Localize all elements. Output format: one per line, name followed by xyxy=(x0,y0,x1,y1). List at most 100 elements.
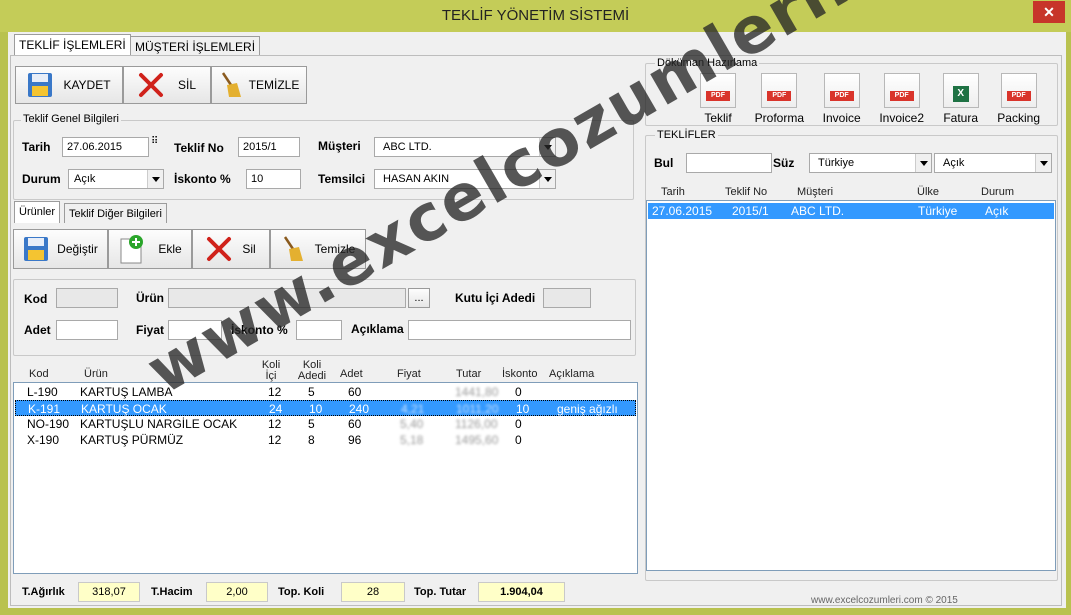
tab-teklif-diger[interactable]: Teklif Diğer Bilgileri xyxy=(64,203,167,223)
cell-discount: 0 xyxy=(515,385,522,399)
cell-box-qty: 12 xyxy=(268,385,282,399)
box-qty-label: Kutu İçi Adedi xyxy=(455,291,536,305)
code-field[interactable] xyxy=(56,288,118,308)
date-field[interactable]: 27.06.2015 xyxy=(62,137,149,157)
date-label: Tarih xyxy=(22,140,51,154)
tab-urunler[interactable]: Ürünler xyxy=(14,201,61,223)
table-row[interactable]: X-190 KARTUŞ PÜRMÜZ 12 8 96 5,18 1495,60 0 xyxy=(15,432,636,448)
footer-url[interactable]: www.excelcozumleri.com © 2015 xyxy=(811,595,958,606)
clear-button[interactable]: TEMİZLE xyxy=(211,66,307,104)
table-row[interactable]: K-191 KARTUŞ OCAK 24 10 240 4,21 1011,20 10 geni… xyxy=(15,400,636,416)
product-list[interactable]: L-190 KARTUŞ LAMBA 12 5 60 1441,80 0 K-191 KARTU… xyxy=(13,382,638,574)
cell-code: NO-190 xyxy=(27,417,70,431)
cell-discount: 10 xyxy=(516,402,530,416)
tab-musteri-islemleri[interactable]: MÜŞTERİ İŞLEMLERİ xyxy=(130,36,261,56)
cell-boxes: 10 xyxy=(309,402,323,416)
delete-label: SİL xyxy=(177,78,196,92)
discount-field[interactable]: 10 xyxy=(246,169,301,189)
date-picker-icon[interactable]: ⠿ xyxy=(151,136,158,147)
cell-code: L-190 xyxy=(27,385,58,399)
rep-value: HASAN AKIN xyxy=(383,173,450,185)
document-button-invoice2[interactable]: PDF Invoice2 xyxy=(879,73,924,125)
save-button[interactable]: KAYDET xyxy=(15,66,123,104)
pdf-icon: PDF xyxy=(761,73,798,108)
tab-teklif-islemleri[interactable]: TEKLİF İŞLEMLERİ xyxy=(14,34,131,56)
offer-row[interactable]: 27.06.2015 2015/1 ABC LTD. Türkiye Açık xyxy=(648,203,1054,219)
col-header-discount[interactable]: İskonto xyxy=(502,368,537,380)
delete-x-icon xyxy=(138,73,163,97)
boxes-label: Top. Koli xyxy=(278,586,325,598)
browse-button[interactable]: ... xyxy=(408,288,430,308)
pdf-icon: PDF xyxy=(823,73,860,108)
item-discount-field[interactable] xyxy=(296,320,342,340)
offers-col-country[interactable]: Ülke xyxy=(917,186,939,198)
cell-discount: 0 xyxy=(515,417,522,431)
table-row[interactable]: NO-190 KARTUŞLU NARGİLE OCAK 12 5 60 5,40 1126… xyxy=(15,416,636,432)
col-header-boxes[interactable]: Koli Adedi xyxy=(297,360,327,382)
product-clear-button[interactable]: Temizle xyxy=(270,229,366,269)
cell-price: 4,21 xyxy=(401,402,425,416)
cell-product: KARTUŞ PÜRMÜZ xyxy=(80,433,184,447)
rep-select[interactable]: HASAN AKIN xyxy=(374,169,556,189)
status-filter-value: Açık xyxy=(943,157,965,169)
cell-total: 1011,20 xyxy=(456,402,499,416)
document-label: Invoice2 xyxy=(879,111,925,125)
search-label: Bul xyxy=(654,156,674,170)
status-select[interactable]: Açık xyxy=(68,169,164,189)
col-header-note[interactable]: Açıklama xyxy=(549,368,594,380)
country-filter-select[interactable]: Türkiye xyxy=(809,153,932,173)
cell-boxes: 5 xyxy=(308,385,315,399)
offers-col-date[interactable]: Tarih xyxy=(661,186,685,198)
customer-select[interactable]: ABC LTD. xyxy=(374,137,556,157)
floppy-icon xyxy=(24,237,49,261)
save-label: KAYDET xyxy=(63,78,111,92)
chevron-down-icon[interactable] xyxy=(539,170,555,188)
cell-box-qty: 12 xyxy=(268,417,282,431)
close-button[interactable]: ✕ xyxy=(1033,1,1065,23)
chevron-down-icon[interactable] xyxy=(147,170,163,188)
col-header-qty[interactable]: Adet xyxy=(340,368,363,380)
add-button[interactable]: Ekle xyxy=(108,229,192,269)
price-field[interactable] xyxy=(168,320,222,340)
offer-cell-date: 27.06.2015 xyxy=(652,204,713,218)
offers-legend: TEKLİFLER xyxy=(655,129,718,141)
col-header-price[interactable]: Fiyat xyxy=(397,368,421,380)
delete-button[interactable]: SİL xyxy=(123,66,211,104)
qty-field[interactable] xyxy=(56,320,118,340)
offers-col-no[interactable]: Teklif No xyxy=(725,186,767,198)
status-filter-select[interactable]: Açık xyxy=(934,153,1052,173)
pdf-icon: PDF xyxy=(1000,73,1037,108)
filter-label: Süz xyxy=(773,156,795,170)
offer-no-field[interactable]: 2015/1 xyxy=(238,137,300,157)
document-button-proforma[interactable]: PDF Proforma xyxy=(755,73,804,125)
document-button-fatura[interactable]: X Fatura xyxy=(942,73,979,125)
boxes-value: 28 xyxy=(341,582,405,602)
code-label: Kod xyxy=(24,292,48,306)
document-button-teklif[interactable]: PDF Teklif xyxy=(700,73,736,125)
window-client: TEKLİF İŞLEMLERİ MÜŞTERİ İŞLEMLERİ KAYDE… xyxy=(8,32,1066,608)
status-value: Açık xyxy=(74,173,96,185)
change-button[interactable]: Değiştir xyxy=(13,229,108,269)
col-header-code[interactable]: Kod xyxy=(29,368,49,380)
chevron-down-icon[interactable] xyxy=(539,138,555,156)
chevron-down-icon[interactable] xyxy=(915,154,931,172)
offers-col-customer[interactable]: Müşteri xyxy=(797,186,833,198)
document-button-packing[interactable]: PDF Packing xyxy=(997,73,1040,125)
general-info-legend: Teklif Genel Bilgileri xyxy=(21,113,121,125)
col-header-product[interactable]: Ürün xyxy=(84,368,108,380)
search-input[interactable] xyxy=(686,153,772,173)
document-label: Proforma xyxy=(754,111,804,125)
table-row[interactable]: L-190 KARTUŞ LAMBA 12 5 60 1441,80 0 xyxy=(15,384,636,400)
offers-col-status[interactable]: Durum xyxy=(981,186,1014,198)
product-delete-button[interactable]: Sil xyxy=(192,229,270,269)
document-button-invoice[interactable]: PDF Invoice xyxy=(823,73,861,125)
product-field[interactable] xyxy=(168,288,406,308)
offer-no-label: Teklif No xyxy=(174,141,224,155)
document-badge: PDF xyxy=(889,91,914,101)
floppy-icon xyxy=(28,73,53,97)
note-field[interactable] xyxy=(408,320,631,340)
chevron-down-icon[interactable] xyxy=(1035,154,1051,172)
col-header-total[interactable]: Tutar xyxy=(456,368,481,380)
box-qty-field[interactable] xyxy=(543,288,591,308)
offers-list[interactable]: 27.06.2015 2015/1 ABC LTD. Türkiye Açık xyxy=(646,200,1056,571)
